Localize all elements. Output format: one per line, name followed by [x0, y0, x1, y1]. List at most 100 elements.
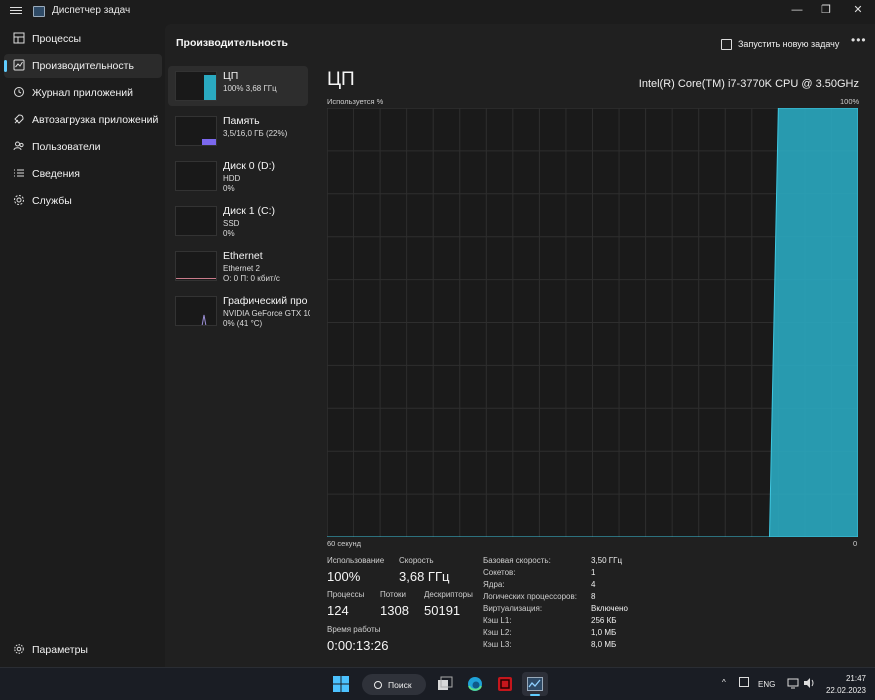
spec-key: Кэш L2:	[483, 628, 512, 637]
title-bar: Диспетчер задач — ❐ ✕	[0, 0, 875, 24]
spec-key: Виртуализация:	[483, 604, 543, 613]
sidebar-item-users[interactable]: Пользователи	[4, 135, 162, 159]
sidebar-item-details[interactable]: Сведения	[4, 162, 162, 186]
spec-value: Включено	[591, 604, 628, 613]
device-name: Память	[223, 115, 260, 127]
spec-value: 3,50 ГГц	[591, 556, 623, 565]
spec-key: Ядра:	[483, 580, 505, 589]
device-detail: 3,5/16,0 ГБ (22%)	[223, 129, 288, 138]
task-manager-icon	[527, 677, 543, 691]
device-detail: HDD	[223, 174, 241, 183]
sidebar-item-performance[interactable]: Производительность	[4, 54, 162, 78]
startup-icon	[12, 113, 26, 127]
language-indicator[interactable]: ENG	[758, 680, 775, 689]
task-manager-taskbar-button[interactable]	[522, 672, 548, 696]
graph-max-label: 100%	[840, 97, 860, 106]
device-cpu[interactable]: ЦП 100% 3,68 ГГц	[168, 66, 308, 106]
details-icon	[12, 167, 26, 181]
taskbar-search-button[interactable]: Поиск	[362, 674, 426, 695]
spec-key: Логических процессоров:	[483, 592, 577, 601]
sidebar-item-label: Процессы	[32, 33, 82, 45]
minimize-button[interactable]: —	[782, 0, 812, 20]
device-name: Диск 0 (D:)	[223, 160, 275, 172]
page-title: Производительность	[176, 37, 288, 49]
edge-browser-icon[interactable]	[467, 676, 483, 692]
volume-icon[interactable]	[803, 677, 815, 691]
search-label: Поиск	[388, 679, 412, 690]
task-manager-app-icon	[33, 6, 45, 17]
device-name: Графический про	[223, 295, 308, 307]
spec-value: 256 КБ	[591, 616, 617, 625]
cpu-thumbnail	[175, 71, 217, 101]
run-new-task-label: Запустить новую задачу	[738, 39, 840, 49]
tray-app-icon[interactable]	[739, 677, 749, 687]
device-name: Диск 1 (C:)	[223, 205, 275, 217]
task-view-icon[interactable]	[437, 676, 453, 692]
performance-panel: Производительность Запустить новую задач…	[165, 24, 875, 667]
users-icon	[12, 140, 26, 154]
device-usage: 0%	[223, 184, 235, 193]
ethernet-thumbnail	[175, 251, 217, 281]
disk-0-thumbnail	[175, 161, 217, 191]
processes-icon	[12, 32, 26, 46]
cpu-model: Intel(R) Core(TM) i7-3770K CPU @ 3.50GHz	[638, 78, 859, 90]
spec-value: 1,0 МБ	[591, 628, 617, 637]
device-memory[interactable]: Память 3,5/16,0 ГБ (22%)	[168, 111, 308, 151]
clock-time[interactable]: 21:47	[826, 674, 866, 683]
device-usage: 0% (41 °C)	[223, 319, 263, 328]
more-options-button[interactable]: •••	[851, 33, 867, 47]
spec-value: 8,0 МБ	[591, 640, 617, 649]
device-ethernet[interactable]: Ethernet Ethernet 2 О: 0 П: 0 кбит/с	[168, 246, 308, 286]
tray-overflow-button[interactable]: ^	[722, 678, 726, 687]
maximize-button[interactable]: ❐	[811, 0, 841, 20]
sidebar-item-label: Пользователи	[32, 141, 101, 153]
start-button[interactable]	[333, 676, 349, 692]
network-icon[interactable]	[787, 677, 799, 691]
processes-label: Процессы	[327, 590, 365, 599]
usage-label: Использование	[327, 556, 385, 565]
close-button[interactable]: ✕	[843, 0, 873, 20]
search-icon	[374, 680, 382, 689]
device-gpu[interactable]: Графический про NVIDIA GeForce GTX 107 0…	[168, 291, 310, 331]
device-name: Ethernet	[223, 250, 263, 262]
device-disk-0[interactable]: Диск 0 (D:) HDD 0%	[168, 156, 308, 196]
sidebar-item-processes[interactable]: Процессы	[4, 27, 162, 51]
gpu-thumbnail	[175, 296, 217, 326]
threads-value: 1308	[380, 603, 409, 618]
sidebar: Процессы Производительность Журнал прило…	[0, 24, 165, 667]
red-app-icon[interactable]	[497, 676, 513, 692]
disk-1-thumbnail	[175, 206, 217, 236]
spec-value: 8	[591, 592, 596, 601]
new-task-icon	[721, 38, 732, 50]
uptime-value: 0:00:13:26	[327, 638, 389, 653]
spec-value: 4	[591, 580, 596, 589]
device-usage: 0%	[223, 229, 235, 238]
sidebar-item-label: Журнал приложений	[32, 87, 133, 99]
taskbar: Поиск ^ ENG 21:47 22.02.2023	[0, 667, 875, 700]
speed-label: Скорость	[399, 556, 434, 565]
clock-date[interactable]: 22.02.2023	[822, 686, 866, 695]
spec-key: Базовая скорость:	[483, 556, 551, 565]
speed-value: 3,68 ГГц	[399, 569, 450, 584]
sidebar-item-settings[interactable]: Параметры	[4, 638, 162, 662]
usage-value: 100%	[327, 569, 361, 584]
handles-label: Дескрипторы	[424, 590, 473, 599]
sidebar-item-label: Службы	[32, 195, 72, 207]
device-detail: SSD	[223, 219, 240, 228]
menu-icon[interactable]	[10, 5, 22, 17]
sidebar-item-label: Сведения	[32, 168, 80, 180]
device-detail: 100% 3,68 ГГц	[223, 84, 277, 93]
processes-value: 124	[327, 603, 349, 618]
sidebar-item-app-history[interactable]: Журнал приложений	[4, 81, 162, 105]
graph-y-label: Используется %	[327, 97, 384, 106]
sidebar-item-label: Автозагрузка приложений	[32, 114, 159, 126]
spec-key: Кэш L1:	[483, 616, 512, 625]
device-usage: О: 0 П: 0 кбит/с	[223, 274, 280, 283]
device-name: ЦП	[223, 70, 239, 82]
sidebar-item-startup-apps[interactable]: Автозагрузка приложений	[4, 108, 162, 132]
cpu-usage-graph	[327, 108, 858, 537]
handles-value: 50191	[424, 603, 461, 618]
device-disk-1[interactable]: Диск 1 (C:) SSD 0%	[168, 201, 308, 241]
sidebar-item-services[interactable]: Службы	[4, 189, 162, 213]
run-new-task-button[interactable]: Запустить новую задачу	[721, 35, 839, 53]
